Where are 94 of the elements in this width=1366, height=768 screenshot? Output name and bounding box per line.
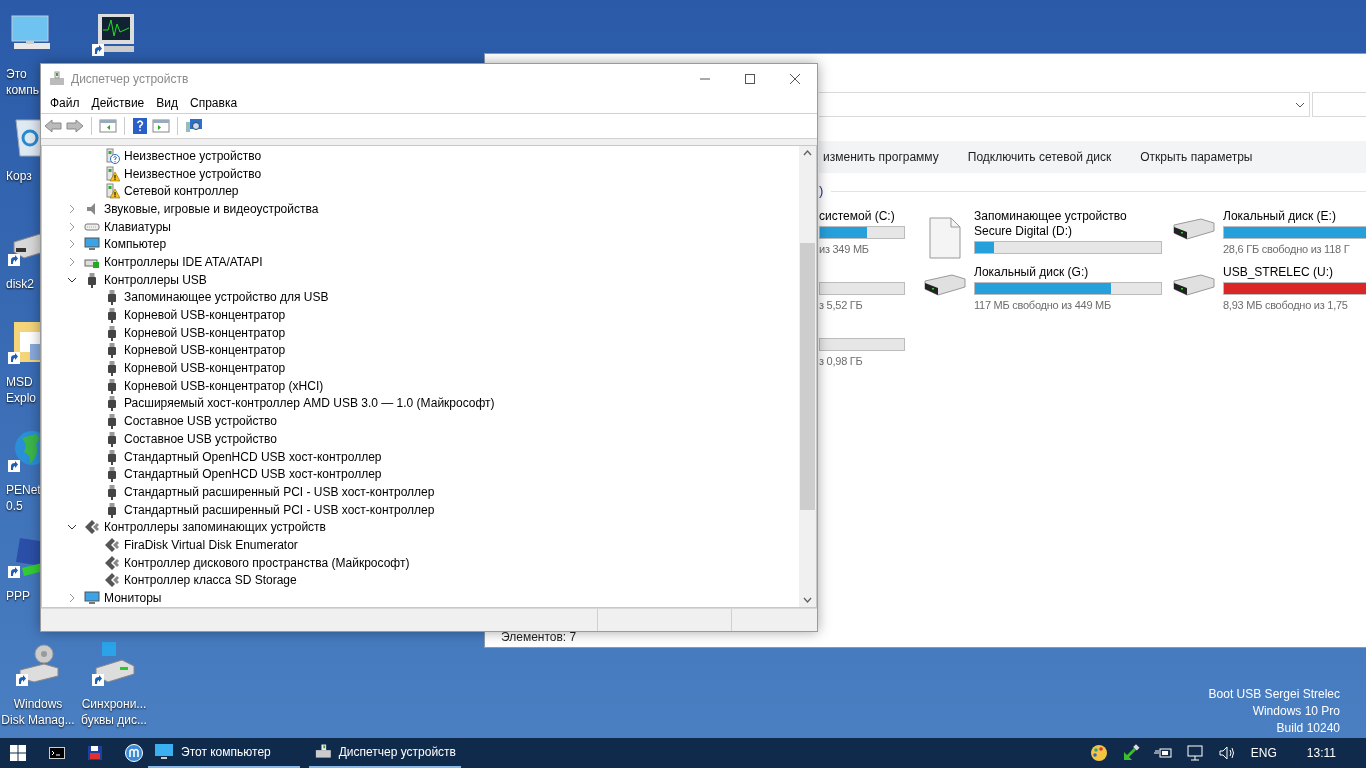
palette-icon[interactable] <box>1088 743 1109 763</box>
taskbar-button[interactable]: Диспетчер устройств <box>309 738 461 768</box>
status-text: Элементов: 7 <box>501 629 578 646</box>
drive-name: системой (C:) <box>819 209 896 224</box>
free-space-text: з 0,98 ГБ <box>819 354 864 369</box>
drive-name: Локальный диск (G:) <box>974 265 1090 280</box>
hard-drive-icon <box>924 273 966 297</box>
tree-item[interactable]: Корневой USB-концентратор <box>124 323 286 342</box>
tree-item[interactable]: Корневой USB-концентратор <box>124 341 286 360</box>
icon-label[interactable]: Корз <box>6 168 32 184</box>
ribbon-command[interactable]: изменить программу <box>823 148 939 166</box>
tree-item[interactable]: Стандартный OpenHCD USB хост-контроллер <box>124 447 382 466</box>
close-icon <box>789 73 800 84</box>
free-space-text: 8,93 МБ свободно из 1,75 <box>1223 298 1349 313</box>
storage-controller-icon <box>104 536 120 553</box>
scroll-thumb[interactable] <box>800 243 815 510</box>
icon-label[interactable]: Это компь <box>6 66 40 98</box>
menu-item[interactable]: Справка <box>184 94 244 112</box>
free-space-text: 28,6 ГБ свободно из 118 Г <box>1223 242 1351 257</box>
drive-icon <box>90 640 138 688</box>
tree-item[interactable]: Корневой USB-концентратор <box>124 359 286 378</box>
tree-item[interactable]: Стандартный OpenHCD USB хост-контроллер <box>124 465 382 484</box>
windows-logo-icon[interactable] <box>10 745 26 761</box>
tree-item[interactable]: Контроллеры IDE ATA/ATAPI <box>104 252 263 271</box>
tree-item[interactable]: Контроллеры запоминающих устройств <box>104 518 326 537</box>
storage-controller-icon <box>104 572 120 589</box>
group-header[interactable]: ) <box>819 181 824 201</box>
hard-drive-icon <box>1173 273 1215 297</box>
menu-item[interactable]: Файл <box>44 94 86 112</box>
drive-name: USB_STRELEC (U:) <box>1223 265 1335 280</box>
monitor-icon <box>84 590 100 607</box>
tree-item[interactable]: Неизвестное устройство <box>124 146 262 165</box>
scroll-down-icon[interactable] <box>803 597 812 603</box>
back-arrow-icon[interactable] <box>44 118 62 134</box>
drive-name: Локальный диск (E:) <box>1223 209 1337 224</box>
drive-name: Запоминающее устройство Secure Digital (D:) <box>974 209 1128 239</box>
forward-arrow-icon[interactable] <box>66 118 84 134</box>
tree-item[interactable]: Неизвестное устройство <box>124 164 262 183</box>
tree-item[interactable]: Стандартный расширенный PCI - USB хост-контроллер <box>124 482 435 501</box>
desktop-info-text: Windows 10 Pro <box>1252 703 1340 720</box>
tree-item[interactable]: Контроллеры USB <box>104 270 207 289</box>
device-warning-icon <box>104 183 120 200</box>
icon-label[interactable]: disk2 <box>6 276 34 292</box>
storage-controller-icon <box>84 519 100 536</box>
command-prompt-icon[interactable] <box>49 747 65 759</box>
circle-m-icon[interactable] <box>125 744 143 762</box>
free-space-text: из 349 МБ <box>819 242 870 257</box>
desktop-info-text: Boot USB Sergei Strelec <box>1208 686 1340 703</box>
free-space-text: 117 МБ свободно из 449 МБ <box>974 298 1112 313</box>
computer-icon <box>153 743 175 761</box>
icon-label[interactable]: PENet 0.5 <box>6 482 41 514</box>
language-indicator[interactable]: ENG <box>1250 744 1277 762</box>
taskbar-button[interactable]: Этот компьютер <box>148 738 300 768</box>
desktop-info-text: Build 10240 <box>1276 720 1340 737</box>
tree-item[interactable]: Мониторы <box>104 589 162 607</box>
ribbon-command[interactable]: Открыть параметры <box>1140 148 1253 166</box>
file-icon <box>929 217 961 259</box>
tree-item[interactable]: Корневой USB-концентратор <box>124 306 286 325</box>
chevron-down-icon[interactable] <box>1295 101 1305 108</box>
tree-item[interactable]: Составное USB устройство <box>124 412 277 431</box>
hard-drive-icon <box>1173 217 1215 241</box>
device-manager-icon <box>314 743 333 761</box>
clock[interactable]: 13:11 <box>1306 744 1336 762</box>
tree-item[interactable]: Компьютер <box>104 235 167 254</box>
scrollbar[interactable] <box>799 146 816 607</box>
tree-item[interactable]: Звуковые, игровые и видеоустройства <box>104 199 319 218</box>
ribbon-command[interactable]: Подключить сетевой диск <box>967 148 1112 166</box>
tree-item[interactable]: Клавиатуры <box>104 217 171 236</box>
icon-label[interactable]: MSD Explo <box>6 374 37 406</box>
scroll-up-icon[interactable] <box>803 150 812 156</box>
network-icon[interactable] <box>1184 743 1205 763</box>
window-title: Диспетчер устройств <box>71 70 189 88</box>
tree-item[interactable]: Контроллер класса SD Storage <box>124 571 297 590</box>
device-manager-icon <box>49 70 65 87</box>
tree-item[interactable]: Контроллер дискового пространства (Майкрософт) <box>124 553 410 572</box>
tree-item[interactable]: Расширяемый хост-контроллер AMD USB 3.0 — 1.0 (Майкрософт) <box>124 394 495 413</box>
icon-label[interactable]: Windows Disk Manag... <box>1 696 75 728</box>
tree-item[interactable]: Корневой USB-концентратор (xHCI) <box>124 376 324 395</box>
storage-controller-icon <box>104 554 120 571</box>
help-icon[interactable] <box>132 117 148 135</box>
menu-item[interactable]: Вид <box>150 94 184 112</box>
maximize-icon <box>744 73 755 84</box>
icon-label[interactable]: PPP <box>6 588 30 604</box>
device-warning-icon <box>104 165 120 182</box>
tree-item[interactable]: Запоминающее устройство для USB <box>124 288 329 307</box>
free-space-text: з 5,52 ГБ <box>819 298 864 313</box>
tree-item[interactable]: Сетевой контроллер <box>124 182 239 201</box>
monitor-icon <box>84 236 100 253</box>
tree-item[interactable]: Стандартный расширенный PCI - USB хост-контроллер <box>124 500 435 519</box>
icon-label[interactable]: Синхрони... буквы дис... <box>81 696 147 728</box>
tree-item[interactable]: Составное USB устройство <box>124 429 277 448</box>
tree-item[interactable]: FiraDisk Virtual Disk Enumerator <box>124 535 298 554</box>
scan-hardware-icon[interactable] <box>185 118 203 134</box>
menu-item[interactable]: Действие <box>85 94 151 112</box>
